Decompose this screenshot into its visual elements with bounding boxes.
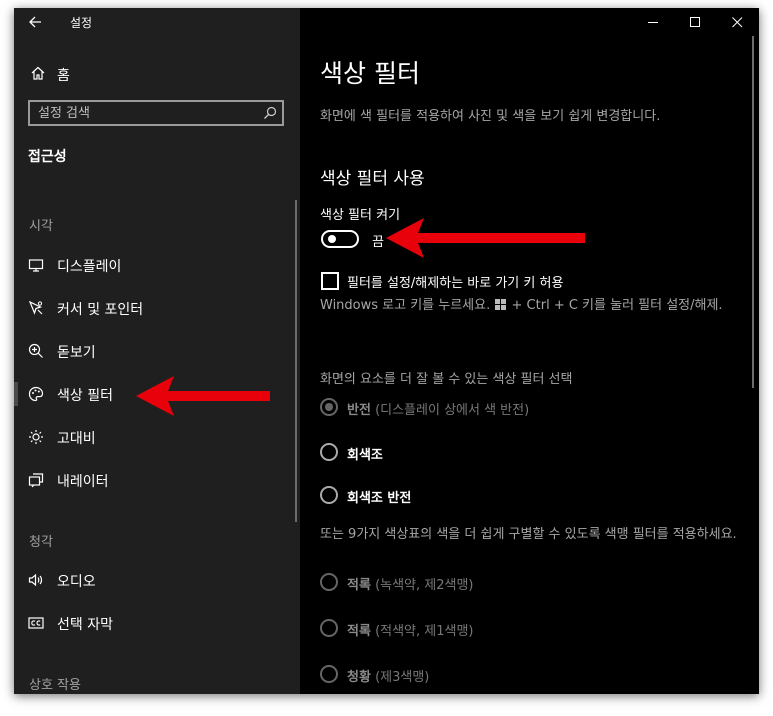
caption-icon — [28, 617, 44, 629]
radio-tritanopia[interactable]: 청황 (제3색맹) — [320, 664, 740, 686]
shortcut-description: Windows 로고 키를 누르세요. + Ctrl + C 키를 눌러 필터 … — [320, 297, 740, 314]
section-interaction: 상호 작용 — [29, 678, 81, 693]
radio-label: 청황 (제3색맹) — [347, 670, 430, 685]
maximize-icon — [690, 17, 700, 27]
content-pane: 색상 필터 화면에 색 필터를 적용하여 사진 및 색을 보기 쉽게 변경합니다… — [300, 8, 759, 694]
sidebar-item-audio[interactable]: 오디오 — [14, 562, 298, 598]
sidebar-item-label: 커서 및 포인터 — [57, 302, 144, 318]
narrator-icon — [28, 473, 44, 488]
radio-circle — [320, 619, 338, 637]
radio-invert[interactable]: 반전 (디스플레이 상에서 색 반전) — [320, 397, 740, 419]
palette-icon — [28, 386, 44, 402]
section-vision: 시각 — [29, 219, 53, 234]
sidebar-item-high-contrast[interactable]: 고대비 — [14, 419, 298, 455]
sidebar: 설정 홈 접근성 시각 디스플레이 — [14, 8, 300, 694]
color-filter-toggle[interactable] — [321, 230, 359, 248]
radio-label: 회색조 반전 — [347, 491, 412, 506]
radio-label: 적록 (적색약, 제1색맹) — [347, 624, 474, 639]
radio-selected-dot — [325, 403, 333, 411]
sidebar-item-label: 선택 자막 — [57, 617, 113, 633]
sidebar-item-label: 디스플레이 — [57, 259, 122, 275]
radio-label: 회색조 — [347, 448, 383, 463]
radio-grayscale-inverted[interactable]: 회색조 반전 — [320, 485, 740, 507]
search-input[interactable] — [30, 102, 250, 124]
settings-window: 설정 홈 접근성 시각 디스플레이 — [14, 8, 759, 694]
windows-logo-icon — [495, 299, 507, 310]
radio-grayscale[interactable]: 회색조 — [320, 442, 740, 464]
minimize-button[interactable] — [633, 8, 675, 36]
title-bar: 설정 — [14, 8, 300, 36]
magnifier-icon — [28, 343, 43, 358]
sidebar-item-label: 돋보기 — [57, 345, 96, 361]
radio-circle — [320, 573, 338, 591]
radio-protanopia[interactable]: 적록 (적색약, 제1색맹) — [320, 618, 740, 640]
home-icon — [31, 66, 45, 80]
content-scrollbar[interactable] — [752, 36, 754, 388]
window-title: 설정 — [70, 16, 93, 30]
radio-label: 반전 (디스플레이 상에서 색 반전) — [347, 403, 530, 418]
annotation-arrow-right — [386, 218, 585, 258]
home-link[interactable]: 홈 — [14, 60, 300, 88]
sidebar-item-display[interactable]: 디스플레이 — [14, 247, 298, 283]
radio-circle — [320, 665, 338, 683]
colorblind-group-label: 또는 9가지 색상표의 색을 더 쉽게 구별할 수 있도록 색맹 필터를 적용하… — [320, 527, 737, 542]
sidebar-item-captions[interactable]: 선택 자막 — [14, 605, 298, 641]
radio-deuteranopia[interactable]: 적록 (녹색약, 제2색맹) — [320, 572, 740, 594]
filter-group-label: 화면의 요소를 더 잘 볼 수 있는 색상 필터 선택 — [320, 372, 573, 387]
cursor-icon — [28, 300, 43, 315]
display-icon — [28, 259, 44, 272]
speaker-icon — [28, 573, 43, 587]
sidebar-item-narrator[interactable]: 내레이터 — [14, 462, 298, 498]
category-heading: 접근성 — [28, 149, 67, 165]
search-box[interactable] — [28, 100, 284, 126]
shortcut-checkbox[interactable] — [321, 272, 339, 290]
toggle-state-text: 끔 — [372, 235, 384, 250]
sidebar-item-label: 고대비 — [57, 431, 96, 447]
sidebar-item-label: 내레이터 — [57, 474, 109, 490]
minimize-icon — [648, 22, 658, 23]
search-icon[interactable] — [263, 106, 277, 120]
section-hearing: 청각 — [29, 535, 53, 550]
sidebar-item-label: 색상 필터 — [57, 388, 113, 404]
radio-circle — [320, 398, 338, 416]
sidebar-item-magnifier[interactable]: 돋보기 — [14, 333, 298, 369]
annotation-arrow-left — [136, 376, 270, 416]
page-title: 색상 필터 — [320, 59, 420, 88]
back-arrow-icon — [29, 16, 41, 28]
shortcut-desc-start: Windows 로고 키를 누르세요. — [320, 298, 491, 313]
sidebar-item-label: 오디오 — [57, 574, 96, 590]
shortcut-desc-end: + Ctrl + C 키를 눌러 필터 설정/해제. — [511, 298, 723, 313]
sidebar-item-cursor[interactable]: 커서 및 포인터 — [14, 290, 298, 326]
shortcut-checkbox-label[interactable]: 필터를 설정/해제하는 바로 가기 키 허용 — [347, 272, 563, 291]
radio-circle — [320, 486, 338, 504]
radio-circle — [320, 443, 338, 461]
sidebar-scrollbar[interactable] — [295, 200, 297, 522]
radio-label: 적록 (녹색약, 제2색맹) — [347, 578, 474, 593]
section-heading: 색상 필터 사용 — [320, 169, 425, 189]
home-label: 홈 — [57, 68, 70, 84]
sun-contrast-icon — [29, 430, 43, 444]
back-button[interactable] — [25, 12, 45, 32]
maximize-button[interactable] — [675, 8, 717, 36]
page-description: 화면에 색 필터를 적용하여 사진 및 색을 보기 쉽게 변경합니다. — [320, 109, 661, 124]
toggle-knob — [328, 235, 336, 243]
close-button[interactable] — [717, 8, 759, 36]
selection-indicator — [14, 382, 18, 406]
close-icon — [732, 17, 743, 28]
